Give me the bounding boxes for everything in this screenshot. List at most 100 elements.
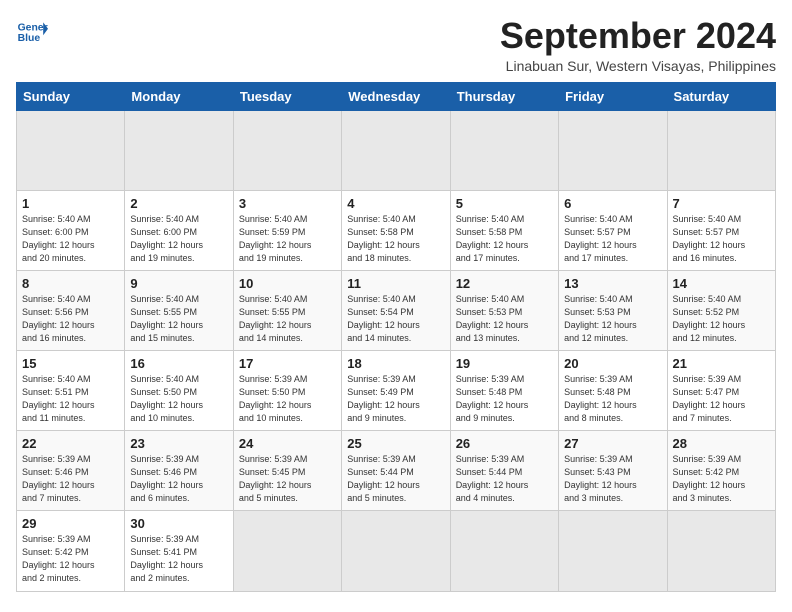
calendar-cell: 26Sunrise: 5:39 AM Sunset: 5:44 PM Dayli… bbox=[450, 431, 558, 511]
day-number: 7 bbox=[673, 196, 770, 211]
day-info: Sunrise: 5:40 AM Sunset: 5:51 PM Dayligh… bbox=[22, 373, 119, 425]
day-number: 13 bbox=[564, 276, 661, 291]
calendar-body: 1 Sunrise: 5:40 AM Sunset: 6:00 PM Daylig… bbox=[17, 110, 776, 591]
calendar-cell: 4 Sunrise: 5:40 AM Sunset: 5:58 PM Daylig… bbox=[342, 190, 450, 270]
day-number: 20 bbox=[564, 356, 661, 371]
calendar-week-2: 8 Sunrise: 5:40 AM Sunset: 5:56 PM Daylig… bbox=[17, 270, 776, 350]
column-header-thursday: Thursday bbox=[450, 82, 558, 110]
calendar-week-3: 15 Sunrise: 5:40 AM Sunset: 5:51 PM Dayli… bbox=[17, 350, 776, 430]
calendar-week-1: 1 Sunrise: 5:40 AM Sunset: 6:00 PM Daylig… bbox=[17, 190, 776, 270]
calendar-cell: 17 Sunrise: 5:39 AM Sunset: 5:50 PM Dayli… bbox=[233, 350, 341, 430]
logo: General Blue bbox=[16, 16, 48, 48]
day-info: Sunrise: 5:40 AM Sunset: 5:53 PM Dayligh… bbox=[564, 293, 661, 345]
calendar-cell: 13 Sunrise: 5:40 AM Sunset: 5:53 PM Dayli… bbox=[559, 270, 667, 350]
calendar-cell: 16Sunrise: 5:40 AM Sunset: 5:50 PM Dayli… bbox=[125, 350, 233, 430]
calendar-header-row: SundayMondayTuesdayWednesdayThursdayFrid… bbox=[17, 82, 776, 110]
day-number: 4 bbox=[347, 196, 444, 211]
day-info: Sunrise: 5:40 AM Sunset: 5:56 PM Dayligh… bbox=[22, 293, 119, 345]
calendar-cell bbox=[450, 110, 558, 190]
calendar-cell bbox=[667, 511, 775, 591]
calendar-cell: 18 Sunrise: 5:39 AM Sunset: 5:49 PM Dayli… bbox=[342, 350, 450, 430]
day-info: Sunrise: 5:40 AM Sunset: 5:58 PM Dayligh… bbox=[347, 213, 444, 265]
calendar-cell bbox=[125, 110, 233, 190]
calendar-cell bbox=[342, 110, 450, 190]
day-info: Sunrise: 5:40 AM Sunset: 6:00 PM Dayligh… bbox=[22, 213, 119, 265]
day-number: 9 bbox=[130, 276, 227, 291]
calendar-cell: 5 Sunrise: 5:40 AM Sunset: 5:58 PM Daylig… bbox=[450, 190, 558, 270]
day-number: 29 bbox=[22, 516, 119, 531]
calendar-cell bbox=[342, 511, 450, 591]
day-number: 14 bbox=[673, 276, 770, 291]
calendar-cell: 12Sunrise: 5:40 AM Sunset: 5:53 PM Dayli… bbox=[450, 270, 558, 350]
day-info: Sunrise: 5:39 AM Sunset: 5:47 PM Dayligh… bbox=[673, 373, 770, 425]
day-number: 22 bbox=[22, 436, 119, 451]
calendar-cell: 23Sunrise: 5:39 AM Sunset: 5:46 PM Dayli… bbox=[125, 431, 233, 511]
calendar-week-0 bbox=[17, 110, 776, 190]
day-number: 18 bbox=[347, 356, 444, 371]
calendar-cell: 19Sunrise: 5:39 AM Sunset: 5:48 PM Dayli… bbox=[450, 350, 558, 430]
day-info: Sunrise: 5:40 AM Sunset: 5:55 PM Dayligh… bbox=[239, 293, 336, 345]
calendar-cell bbox=[233, 110, 341, 190]
day-number: 21 bbox=[673, 356, 770, 371]
calendar-cell: 20 Sunrise: 5:39 AM Sunset: 5:48 PM Dayli… bbox=[559, 350, 667, 430]
day-number: 10 bbox=[239, 276, 336, 291]
calendar-cell: 14Sunrise: 5:40 AM Sunset: 5:52 PM Dayli… bbox=[667, 270, 775, 350]
day-number: 5 bbox=[456, 196, 553, 211]
calendar-cell bbox=[17, 110, 125, 190]
calendar-subtitle: Linabuan Sur, Western Visayas, Philippin… bbox=[500, 58, 776, 74]
calendar-cell: 1 Sunrise: 5:40 AM Sunset: 6:00 PM Daylig… bbox=[17, 190, 125, 270]
title-block: September 2024 Linabuan Sur, Western Vis… bbox=[500, 16, 776, 74]
calendar-cell: 6Sunrise: 5:40 AM Sunset: 5:57 PM Daylig… bbox=[559, 190, 667, 270]
day-info: Sunrise: 5:40 AM Sunset: 6:00 PM Dayligh… bbox=[130, 213, 227, 265]
calendar-cell: 27 Sunrise: 5:39 AM Sunset: 5:43 PM Dayli… bbox=[559, 431, 667, 511]
calendar-cell: 8 Sunrise: 5:40 AM Sunset: 5:56 PM Daylig… bbox=[17, 270, 125, 350]
calendar-cell: 29 Sunrise: 5:39 AM Sunset: 5:42 PM Dayli… bbox=[17, 511, 125, 591]
day-info: Sunrise: 5:40 AM Sunset: 5:54 PM Dayligh… bbox=[347, 293, 444, 345]
calendar-cell: 24Sunrise: 5:39 AM Sunset: 5:45 PM Dayli… bbox=[233, 431, 341, 511]
calendar-cell: 9 Sunrise: 5:40 AM Sunset: 5:55 PM Daylig… bbox=[125, 270, 233, 350]
day-info: Sunrise: 5:40 AM Sunset: 5:55 PM Dayligh… bbox=[130, 293, 227, 345]
day-number: 25 bbox=[347, 436, 444, 451]
calendar-cell: 7Sunrise: 5:40 AM Sunset: 5:57 PM Daylig… bbox=[667, 190, 775, 270]
day-number: 15 bbox=[22, 356, 119, 371]
day-number: 6 bbox=[564, 196, 661, 211]
day-info: Sunrise: 5:39 AM Sunset: 5:43 PM Dayligh… bbox=[564, 453, 661, 505]
day-number: 27 bbox=[564, 436, 661, 451]
day-info: Sunrise: 5:39 AM Sunset: 5:50 PM Dayligh… bbox=[239, 373, 336, 425]
day-info: Sunrise: 5:39 AM Sunset: 5:42 PM Dayligh… bbox=[22, 533, 119, 585]
calendar-cell: 10 Sunrise: 5:40 AM Sunset: 5:55 PM Dayli… bbox=[233, 270, 341, 350]
calendar-cell: 22Sunrise: 5:39 AM Sunset: 5:46 PM Dayli… bbox=[17, 431, 125, 511]
calendar-cell: 2 Sunrise: 5:40 AM Sunset: 6:00 PM Daylig… bbox=[125, 190, 233, 270]
day-number: 17 bbox=[239, 356, 336, 371]
column-header-tuesday: Tuesday bbox=[233, 82, 341, 110]
calendar-week-5: 29 Sunrise: 5:39 AM Sunset: 5:42 PM Dayli… bbox=[17, 511, 776, 591]
day-info: Sunrise: 5:39 AM Sunset: 5:45 PM Dayligh… bbox=[239, 453, 336, 505]
logo-icon: General Blue bbox=[16, 16, 48, 48]
day-number: 12 bbox=[456, 276, 553, 291]
day-info: Sunrise: 5:40 AM Sunset: 5:58 PM Dayligh… bbox=[456, 213, 553, 265]
day-info: Sunrise: 5:39 AM Sunset: 5:46 PM Dayligh… bbox=[130, 453, 227, 505]
day-number: 16 bbox=[130, 356, 227, 371]
calendar-cell bbox=[450, 511, 558, 591]
day-info: Sunrise: 5:39 AM Sunset: 5:49 PM Dayligh… bbox=[347, 373, 444, 425]
day-number: 3 bbox=[239, 196, 336, 211]
day-number: 2 bbox=[130, 196, 227, 211]
day-number: 28 bbox=[673, 436, 770, 451]
calendar-cell bbox=[667, 110, 775, 190]
calendar-cell bbox=[559, 110, 667, 190]
calendar-cell: 25 Sunrise: 5:39 AM Sunset: 5:44 PM Dayli… bbox=[342, 431, 450, 511]
column-header-monday: Monday bbox=[125, 82, 233, 110]
calendar-cell: 21 Sunrise: 5:39 AM Sunset: 5:47 PM Dayli… bbox=[667, 350, 775, 430]
calendar-cell: 11Sunrise: 5:40 AM Sunset: 5:54 PM Dayli… bbox=[342, 270, 450, 350]
day-info: Sunrise: 5:40 AM Sunset: 5:59 PM Dayligh… bbox=[239, 213, 336, 265]
day-number: 26 bbox=[456, 436, 553, 451]
day-number: 8 bbox=[22, 276, 119, 291]
day-info: Sunrise: 5:39 AM Sunset: 5:48 PM Dayligh… bbox=[456, 373, 553, 425]
day-info: Sunrise: 5:39 AM Sunset: 5:48 PM Dayligh… bbox=[564, 373, 661, 425]
calendar-table: SundayMondayTuesdayWednesdayThursdayFrid… bbox=[16, 82, 776, 592]
column-header-wednesday: Wednesday bbox=[342, 82, 450, 110]
page-header: General Blue September 2024 Linabuan Sur… bbox=[16, 16, 776, 74]
calendar-cell: 3 Sunrise: 5:40 AM Sunset: 5:59 PM Daylig… bbox=[233, 190, 341, 270]
day-number: 1 bbox=[22, 196, 119, 211]
day-info: Sunrise: 5:39 AM Sunset: 5:44 PM Dayligh… bbox=[347, 453, 444, 505]
